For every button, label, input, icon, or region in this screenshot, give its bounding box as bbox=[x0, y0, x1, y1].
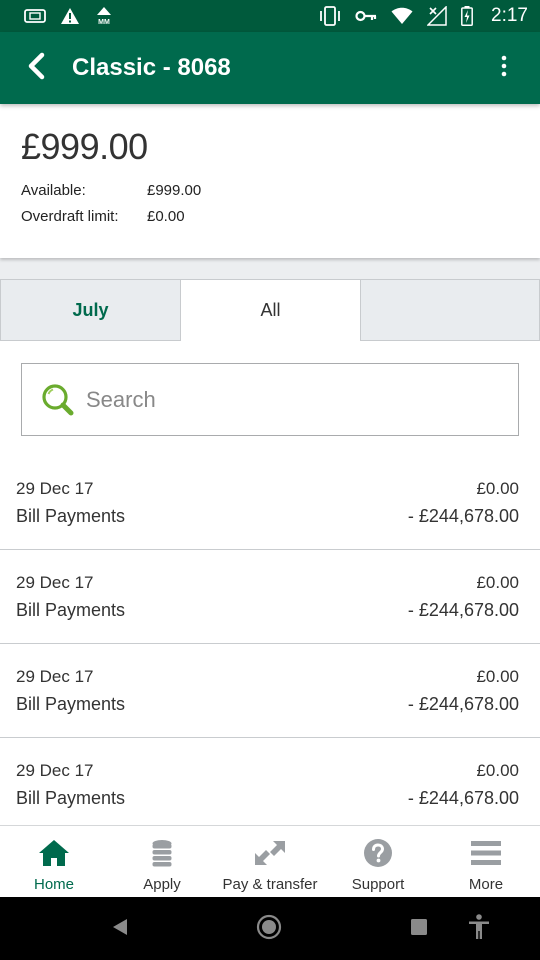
no-signal-icon bbox=[427, 6, 447, 26]
nav-support[interactable]: Support bbox=[324, 826, 432, 897]
mm-icon: MM bbox=[94, 6, 114, 26]
transaction-row[interactable]: 29 Dec 17 £0.00 Bill Payments - £244,678… bbox=[0, 738, 540, 825]
nav-more-label: More bbox=[468, 876, 504, 893]
available-value: £999.00 bbox=[147, 182, 202, 199]
overdraft-label: Overdraft limit: bbox=[21, 208, 119, 225]
system-recents-button[interactable] bbox=[402, 912, 436, 946]
wifi-icon bbox=[391, 7, 413, 25]
system-nav-bar bbox=[0, 897, 540, 960]
available-row: Available: £999.00 bbox=[21, 182, 519, 199]
accessibility-icon bbox=[468, 913, 490, 945]
transaction-date: 29 Dec 17 bbox=[16, 573, 94, 592]
nav-pay-transfer[interactable]: Pay & transfer bbox=[216, 826, 324, 897]
mm-icon-text: MM bbox=[98, 19, 110, 26]
status-bar: MM 2:17 bbox=[0, 0, 540, 32]
transaction-description: Bill Payments bbox=[16, 694, 126, 714]
nav-home-label: Home bbox=[33, 876, 74, 893]
square-recents-icon bbox=[411, 918, 427, 940]
more-vert-icon bbox=[501, 55, 507, 82]
search-box[interactable] bbox=[21, 363, 519, 436]
status-left: MM bbox=[24, 6, 114, 26]
transaction-amount-top: £0.00 bbox=[476, 573, 519, 592]
transaction-description: Bill Payments bbox=[16, 506, 126, 526]
tab-blank bbox=[361, 279, 540, 341]
nav-apply-label: Apply bbox=[143, 876, 181, 893]
transactions-panel: 29 Dec 17 £0.00 Bill Payments - £244,678… bbox=[0, 341, 540, 825]
overflow-menu-button[interactable] bbox=[468, 32, 540, 104]
available-label: Available: bbox=[21, 182, 86, 199]
warning-icon bbox=[60, 7, 80, 25]
bottom-nav: Home Apply Pay & transfer Support More bbox=[0, 825, 540, 897]
hamburger-menu-icon bbox=[470, 837, 502, 869]
page-title: Classic - 8068 bbox=[72, 54, 231, 81]
transaction-date: 29 Dec 17 bbox=[16, 479, 94, 498]
search-input[interactable] bbox=[86, 386, 518, 413]
transaction-amount-bottom: - £244,678.00 bbox=[407, 788, 519, 808]
transaction-amount-top: £0.00 bbox=[476, 479, 519, 498]
transaction-date: 29 Dec 17 bbox=[16, 761, 94, 780]
tab-all[interactable]: All bbox=[181, 279, 361, 341]
transaction-description: Bill Payments bbox=[16, 600, 126, 620]
vibrate-icon bbox=[319, 6, 341, 26]
vpn-key-icon bbox=[355, 9, 377, 23]
status-time: 2:17 bbox=[491, 5, 528, 26]
transaction-amount-top: £0.00 bbox=[476, 667, 519, 686]
coins-stack-icon bbox=[146, 837, 178, 869]
nav-support-label: Support bbox=[351, 876, 405, 893]
triangle-back-icon bbox=[112, 918, 128, 941]
system-back-button[interactable] bbox=[103, 912, 137, 946]
nav-home[interactable]: Home bbox=[0, 826, 108, 897]
transaction-amount-bottom: - £244,678.00 bbox=[407, 600, 519, 620]
transaction-amount-top: £0.00 bbox=[476, 761, 519, 780]
transaction-list: 29 Dec 17 £0.00 Bill Payments - £244,678… bbox=[0, 456, 540, 825]
transaction-description: Bill Payments bbox=[16, 788, 126, 808]
home-icon bbox=[38, 837, 70, 869]
transaction-amount-bottom: - £244,678.00 bbox=[407, 506, 519, 526]
sim-card-icon bbox=[24, 9, 46, 23]
system-home-button[interactable] bbox=[252, 912, 286, 946]
period-tabs: July All bbox=[0, 279, 540, 341]
accessibility-button[interactable] bbox=[462, 912, 496, 946]
status-right: 2:17 bbox=[319, 5, 528, 27]
tab-july[interactable]: July bbox=[0, 279, 181, 341]
nav-pay-transfer-label: Pay & transfer bbox=[222, 876, 318, 893]
chevron-left-icon bbox=[25, 52, 47, 85]
search-icon bbox=[40, 382, 76, 418]
transaction-row[interactable]: 29 Dec 17 £0.00 Bill Payments - £244,678… bbox=[0, 550, 540, 644]
nav-more[interactable]: More bbox=[432, 826, 540, 897]
nav-apply[interactable]: Apply bbox=[108, 826, 216, 897]
battery-charging-icon bbox=[461, 6, 473, 26]
transfer-arrows-icon bbox=[254, 837, 286, 869]
transaction-row[interactable]: 29 Dec 17 £0.00 Bill Payments - £244,678… bbox=[0, 456, 540, 550]
balance-card: £999.00 Available: £999.00 Overdraft lim… bbox=[0, 104, 540, 258]
overdraft-value: £0.00 bbox=[147, 208, 185, 225]
balance-amount: £999.00 bbox=[21, 126, 148, 167]
help-circle-icon bbox=[362, 837, 394, 869]
circle-home-icon bbox=[256, 914, 282, 945]
transaction-row[interactable]: 29 Dec 17 £0.00 Bill Payments - £244,678… bbox=[0, 644, 540, 738]
transaction-date: 29 Dec 17 bbox=[16, 667, 94, 686]
back-button[interactable] bbox=[0, 32, 72, 104]
transaction-amount-bottom: - £244,678.00 bbox=[407, 694, 519, 714]
app-bar: Classic - 8068 bbox=[0, 32, 540, 104]
overdraft-row: Overdraft limit: £0.00 bbox=[21, 208, 519, 225]
